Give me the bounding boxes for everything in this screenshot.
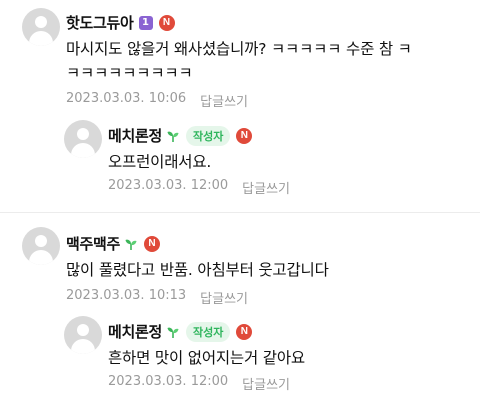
avatar[interactable] xyxy=(64,316,102,354)
avatar[interactable] xyxy=(64,120,102,158)
reply-meta: 2023.03.03. 12:00 답글쓰기 xyxy=(108,374,290,393)
new-badge: N xyxy=(236,323,253,340)
reply-date: 2023.03.03. 12:00 xyxy=(108,178,229,193)
reply-author[interactable]: 메치론정 xyxy=(108,321,162,342)
default-profile-icon xyxy=(35,235,47,247)
comment-date: 2023.03.03. 10:13 xyxy=(66,288,187,303)
sprout-icon xyxy=(125,239,137,250)
new-badge: N xyxy=(158,14,175,31)
sprout-icon xyxy=(167,131,179,142)
comment-meta: 2023.03.03. 10:06 답글쓰기 xyxy=(66,91,248,110)
reply-text: 오프런이래서요. xyxy=(108,153,212,171)
default-profile-icon xyxy=(77,324,89,336)
comment-header: 핫도그듀아 1 N xyxy=(66,12,175,33)
comment-author[interactable]: 핫도그듀아 xyxy=(66,12,134,33)
reply-header: 메치론정 작성자 N xyxy=(108,321,253,342)
writer-badge: 작성자 xyxy=(186,125,231,146)
comment-header: 맥주맥주 N xyxy=(66,233,161,254)
avatar[interactable] xyxy=(22,8,60,46)
reply-meta: 2023.03.03. 12:00 답글쓰기 xyxy=(108,178,290,197)
divider xyxy=(0,212,480,213)
comment-author[interactable]: 맥주맥주 xyxy=(66,233,120,254)
comment-meta: 2023.03.03. 10:13 답글쓰기 xyxy=(66,288,248,307)
level-badge: 1 xyxy=(138,15,153,30)
sprout-icon xyxy=(167,327,179,338)
reply-link[interactable]: 답글쓰기 xyxy=(200,91,248,110)
reply-link[interactable]: 답글쓰기 xyxy=(242,374,290,393)
default-profile-icon xyxy=(35,16,47,28)
new-badge: N xyxy=(144,235,161,252)
comment-section: 핫도그듀아 1 N 마시지도 않을거 왜사셨습니까? ㅋㅋㅋㅋㅋ 수준 참 ㅋ … xyxy=(0,0,480,408)
reply-date: 2023.03.03. 12:00 xyxy=(108,374,229,389)
reply-text: 흔하면 맛이 없어지는거 같아요 xyxy=(108,349,305,367)
default-profile-icon xyxy=(77,128,89,140)
new-badge: N xyxy=(236,127,253,144)
reply-link[interactable]: 답글쓰기 xyxy=(200,288,248,307)
avatar[interactable] xyxy=(22,227,60,265)
comment-text: 마시지도 않을거 왜사셨습니까? ㅋㅋㅋㅋㅋ 수준 참 ㅋ ㅋㅋㅋㅋㅋㅋㅋㅋㅋ xyxy=(66,40,412,82)
reply-header: 메치론정 작성자 N xyxy=(108,125,253,146)
writer-badge: 작성자 xyxy=(186,321,231,342)
comment-text: 많이 풀렸다고 반품. 아침부터 웃고갑니다 xyxy=(66,261,329,279)
reply-link[interactable]: 답글쓰기 xyxy=(242,178,290,197)
reply-author[interactable]: 메치론정 xyxy=(108,125,162,146)
comment-date: 2023.03.03. 10:06 xyxy=(66,91,187,106)
